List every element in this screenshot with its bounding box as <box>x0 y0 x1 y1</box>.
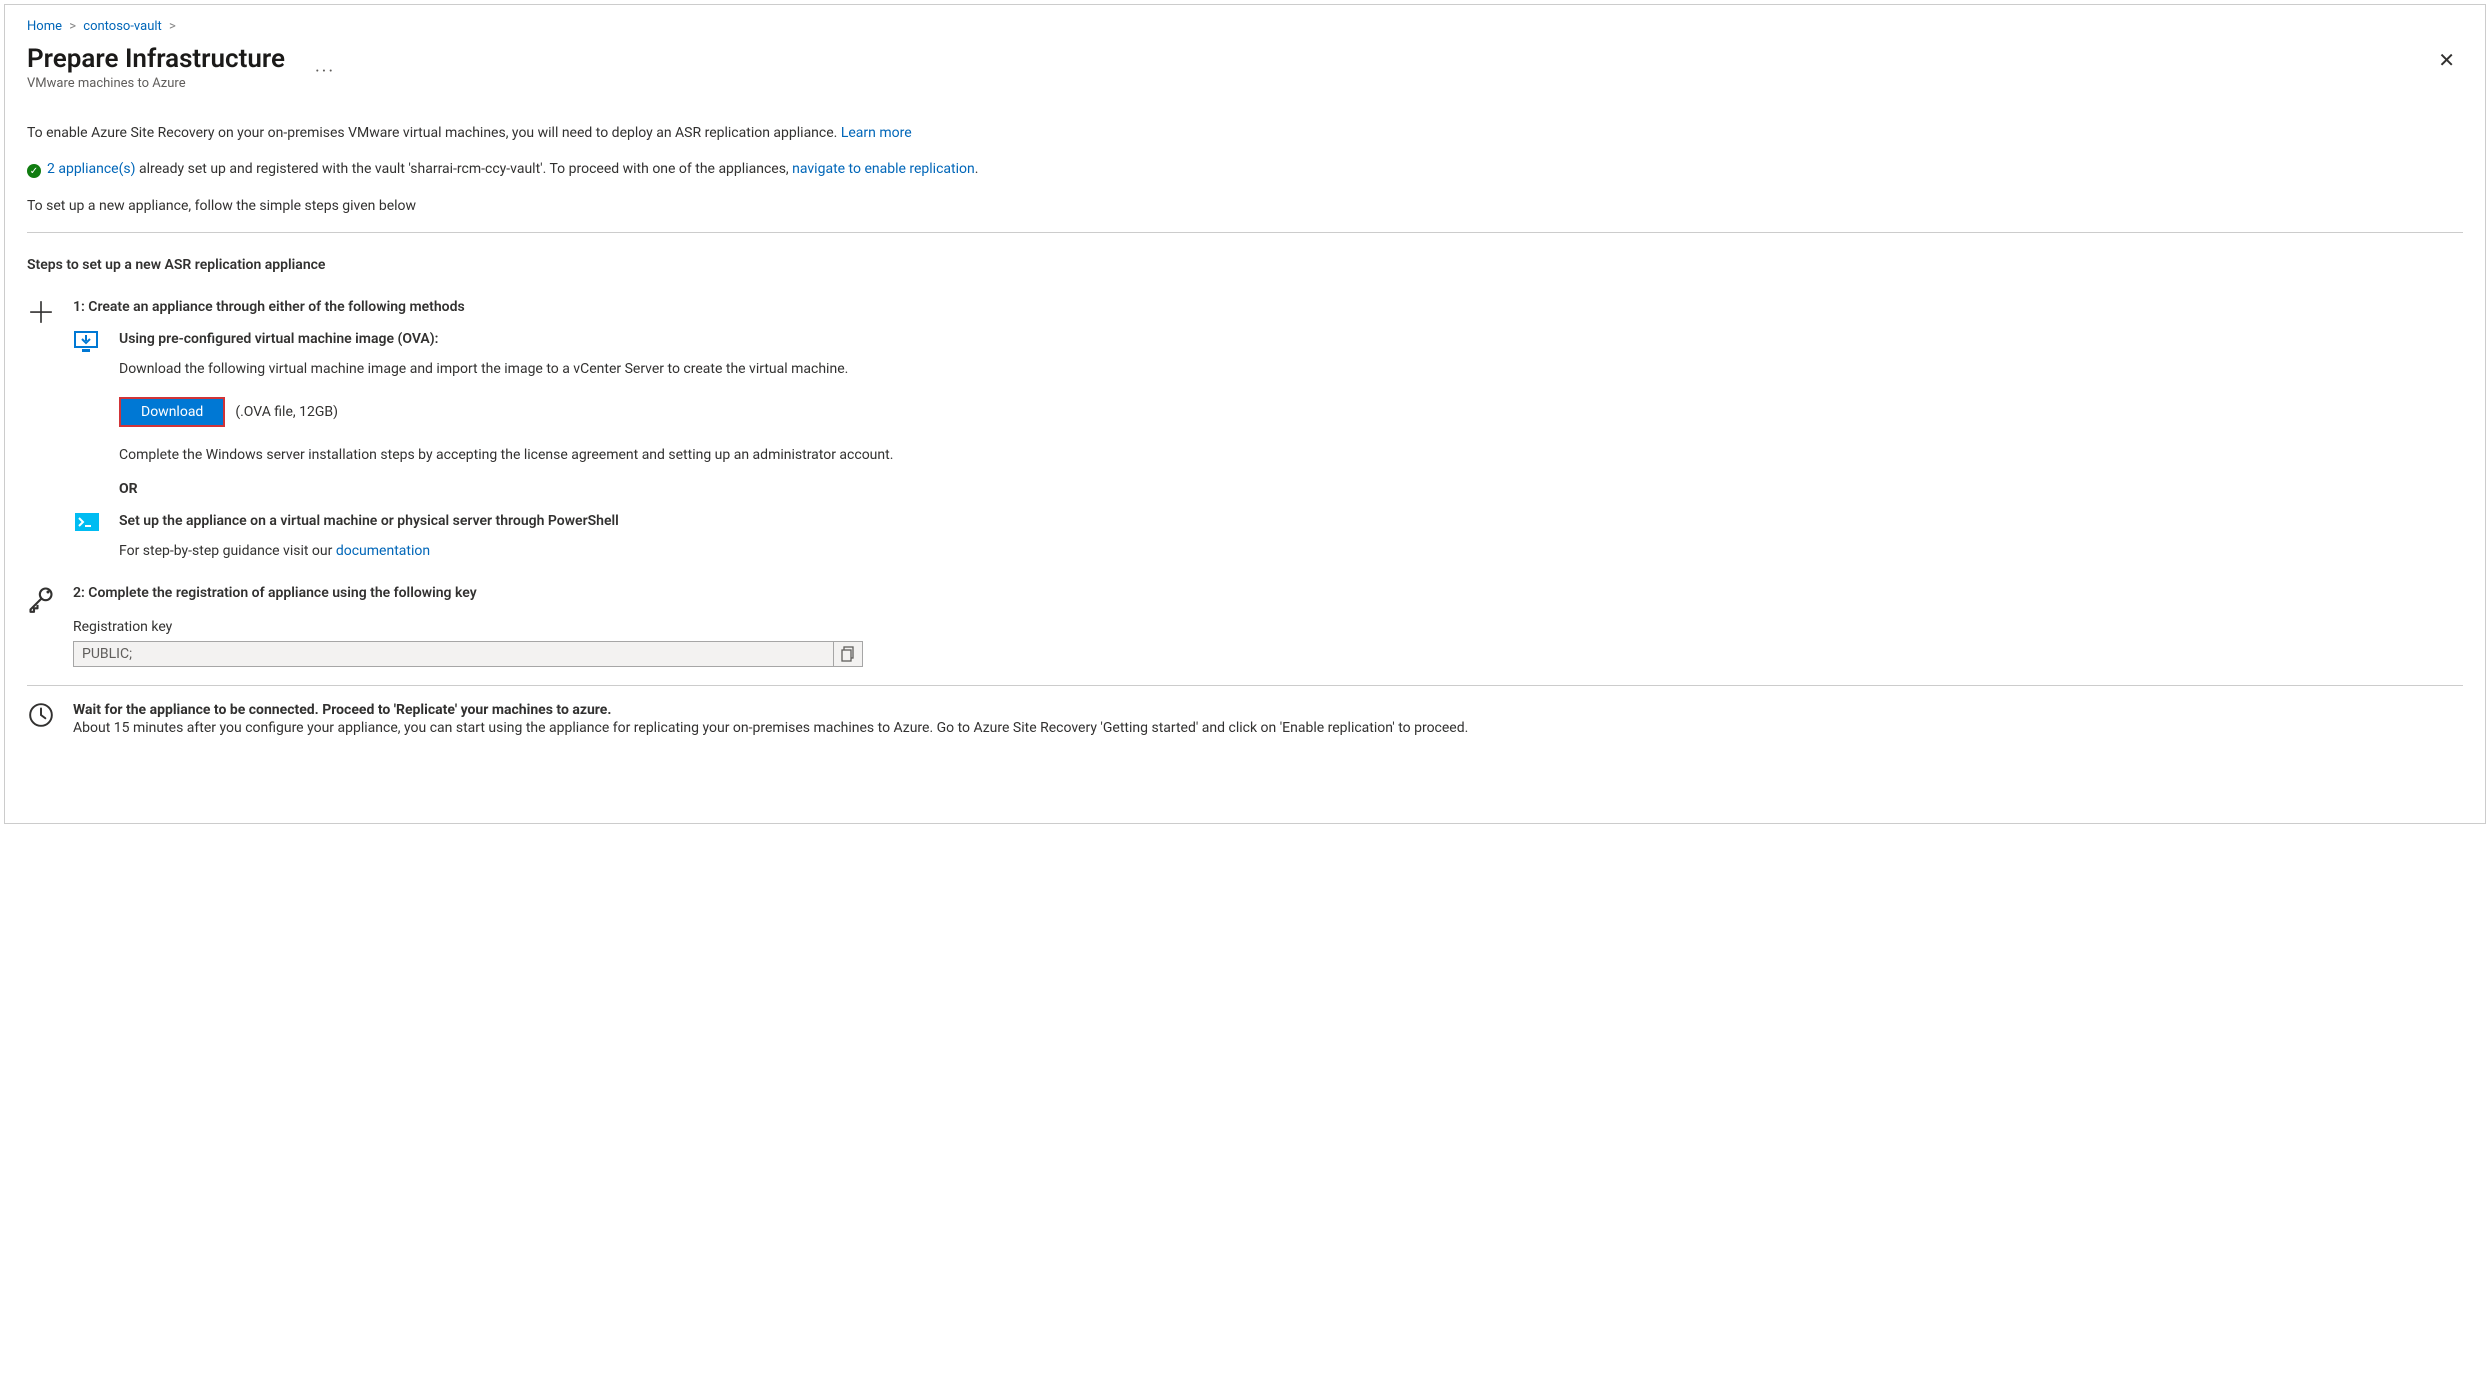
registration-key-input[interactable] <box>73 641 833 667</box>
step-2: 2: Complete the registration of applianc… <box>27 585 2463 667</box>
navigate-replication-link[interactable]: navigate to enable replication <box>792 161 975 177</box>
download-button[interactable]: Download <box>119 397 225 427</box>
breadcrumb-sep: > <box>69 19 76 34</box>
status-mid: already set up and registered with the v… <box>135 161 792 177</box>
copy-button[interactable] <box>833 641 863 667</box>
steps-heading: Steps to set up a new ASR replication ap… <box>27 257 2463 273</box>
page-container: Home > contoso-vault > Prepare Infrastru… <box>4 4 2486 824</box>
copy-icon <box>841 646 855 662</box>
key-icon <box>27 585 55 613</box>
wait-desc: About 15 minutes after you configure you… <box>73 720 2463 736</box>
divider <box>27 685 2463 686</box>
status-line: ✓ 2 appliance(s) already set up and regi… <box>27 161 2463 178</box>
method-ova-title: Using pre-configured virtual machine ima… <box>119 331 2463 347</box>
appliance-count-link[interactable]: 2 appliance(s) <box>47 161 135 177</box>
divider <box>27 232 2463 233</box>
breadcrumb-sep: > <box>169 19 176 34</box>
status-period: . <box>975 161 979 177</box>
registration-key-row <box>73 641 863 667</box>
intro-text: To enable Azure Site Recovery on your on… <box>27 125 2463 141</box>
step-1: 1: Create an appliance through either of… <box>27 299 2463 559</box>
download-row: Download (.OVA file, 12GB) <box>119 397 2463 427</box>
documentation-link[interactable]: documentation <box>336 543 430 559</box>
method-ps-desc: For step-by-step guidance visit our docu… <box>119 543 2463 559</box>
method-ova-desc: Download the following virtual machine i… <box>119 361 2463 377</box>
clock-icon <box>28 702 54 728</box>
method-ova-after: Complete the Windows server installation… <box>119 447 2463 463</box>
method-ps-title: Set up the appliance on a virtual machin… <box>119 513 2463 529</box>
step-1-title: 1: Create an appliance through either of… <box>73 299 2463 315</box>
setup-note: To set up a new appliance, follow the si… <box>27 198 2463 214</box>
plus-icon <box>28 299 54 325</box>
wait-block: Wait for the appliance to be connected. … <box>27 702 2463 736</box>
step-2-title: 2: Complete the registration of applianc… <box>73 585 2463 601</box>
terminal-icon <box>75 513 99 531</box>
page-subtitle: VMware machines to Azure <box>27 76 285 91</box>
header-row: Prepare Infrastructure VMware machines t… <box>27 44 2463 91</box>
status-text: 2 appliance(s) already set up and regist… <box>47 161 978 177</box>
learn-more-link[interactable]: Learn more <box>841 125 912 141</box>
intro-body: To enable Azure Site Recovery on your on… <box>27 125 837 141</box>
method-ova: Using pre-configured virtual machine ima… <box>73 331 2463 463</box>
breadcrumb-vault[interactable]: contoso-vault <box>83 19 162 34</box>
close-icon[interactable]: ✕ <box>2430 44 2463 76</box>
download-file-note: (.OVA file, 12GB) <box>235 404 338 420</box>
registration-key-label: Registration key <box>73 619 2463 635</box>
monitor-download-icon <box>74 331 100 355</box>
success-icon: ✓ <box>27 164 41 178</box>
method-ps-prefix: For step-by-step guidance visit our <box>119 543 336 559</box>
breadcrumb-home[interactable]: Home <box>27 19 62 34</box>
breadcrumb: Home > contoso-vault > <box>27 19 2463 34</box>
more-menu-icon[interactable]: ··· <box>315 61 335 82</box>
wait-title: Wait for the appliance to be connected. … <box>73 702 2463 718</box>
title-block: Prepare Infrastructure VMware machines t… <box>27 44 285 91</box>
page-title: Prepare Infrastructure <box>27 44 285 74</box>
or-label: OR <box>119 481 2463 497</box>
method-powershell: Set up the appliance on a virtual machin… <box>73 513 2463 559</box>
